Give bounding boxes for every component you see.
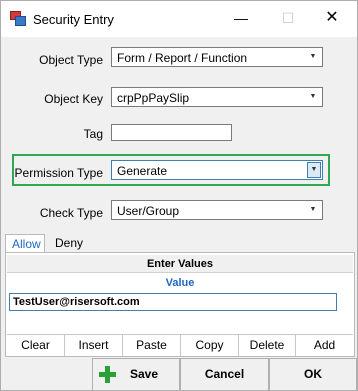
cancel-button[interactable]: Cancel	[180, 358, 269, 391]
maximize-button[interactable]: ☐	[280, 10, 296, 26]
object-key-value: crpPpPaySlip	[117, 91, 190, 105]
object-key-label: Object Key	[44, 92, 103, 106]
object-type-label: Object Type	[39, 53, 103, 67]
tab-deny[interactable]: Deny	[49, 234, 89, 253]
value-cell[interactable]: TestUser@risersoft.com	[13, 296, 140, 308]
add-button[interactable]: Add	[296, 335, 353, 356]
check-type-value: User/Group	[117, 204, 180, 218]
ok-button[interactable]: OK	[269, 358, 357, 391]
check-type-label: Check Type	[39, 206, 103, 220]
delete-button[interactable]: Delete	[239, 335, 296, 356]
chevron-down-icon[interactable]: ▼	[307, 162, 321, 178]
object-key-select[interactable]: crpPpPaySlip ▼	[111, 87, 323, 107]
values-panel: Enter Values Value TestUser@risersoft.co…	[5, 252, 355, 357]
clear-button[interactable]: Clear	[7, 335, 65, 356]
tab-allow[interactable]: Allow	[5, 234, 45, 253]
dialog-button-bar: Save Cancel OK	[92, 358, 358, 391]
plus-icon	[99, 366, 116, 383]
minimize-button[interactable]: —	[233, 10, 249, 26]
app-icon	[10, 11, 26, 26]
save-button[interactable]: Save	[92, 358, 180, 391]
value-column-header[interactable]: Value	[7, 275, 353, 292]
tag-input[interactable]	[111, 124, 232, 141]
permission-type-label: Permission Type	[14, 166, 103, 180]
table-row[interactable]: TestUser@risersoft.com	[9, 293, 337, 311]
chevron-down-icon[interactable]: ▼	[306, 50, 320, 64]
object-type-select[interactable]: Form / Report / Function ▼	[111, 47, 323, 67]
permission-type-value: Generate	[117, 164, 168, 178]
object-type-value: Form / Report / Function	[117, 51, 248, 65]
window-title: Security Entry	[33, 12, 114, 27]
check-type-select[interactable]: User/Group ▼	[111, 200, 323, 220]
grid-title: Enter Values	[7, 255, 353, 273]
title-bar: Security Entry — ☐ ✕	[1, 1, 357, 37]
close-button[interactable]: ✕	[324, 10, 340, 26]
save-label: Save	[129, 367, 159, 381]
chevron-down-icon[interactable]: ▼	[306, 203, 320, 217]
copy-button[interactable]: Copy	[181, 335, 239, 356]
chevron-down-icon[interactable]: ▼	[306, 90, 320, 104]
security-entry-window: Security Entry — ☐ ✕ Object Type Form / …	[0, 0, 358, 391]
insert-button[interactable]: Insert	[65, 335, 123, 356]
tag-label: Tag	[83, 127, 103, 141]
paste-button[interactable]: Paste	[123, 335, 181, 356]
grid-toolbar: Clear Insert Paste Copy Delete Add	[7, 334, 353, 356]
permission-type-select[interactable]: Generate ▼	[111, 160, 323, 180]
